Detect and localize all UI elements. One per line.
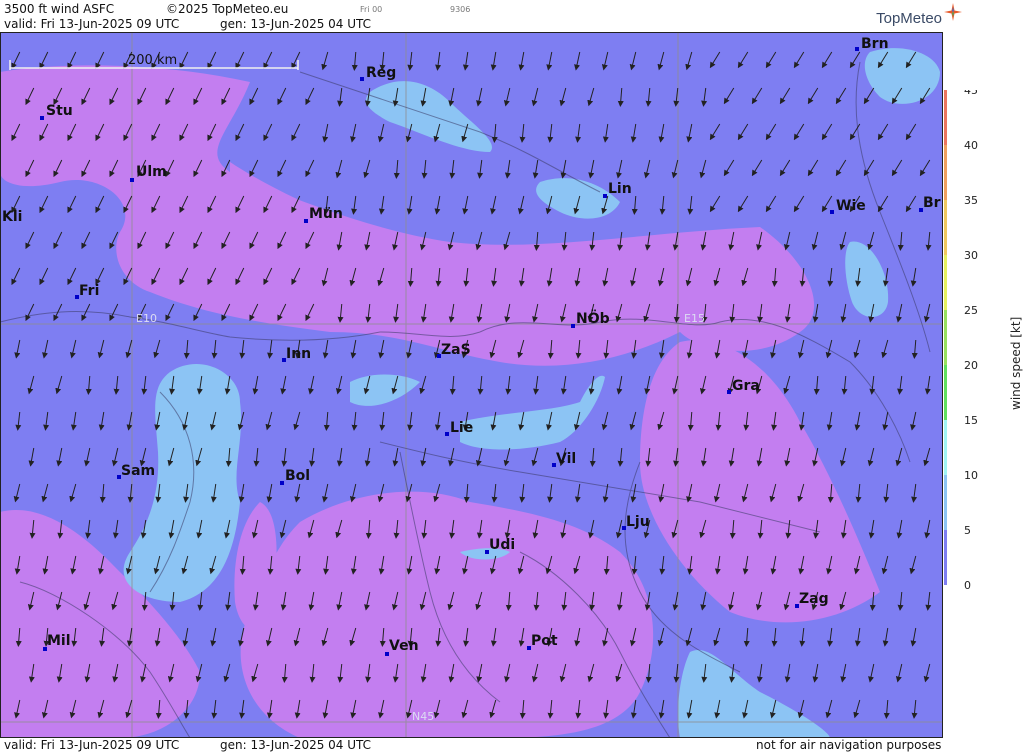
city-linz[interactable]: Lin: [603, 181, 632, 198]
city-label: Fri: [79, 283, 99, 299]
footer-generation-time: gen: 13-Jun-2025 04 UTC: [220, 738, 372, 752]
city-label: Lie: [450, 420, 473, 436]
city-label: NÖb: [576, 309, 610, 327]
legend-band: [944, 365, 947, 420]
city-villach[interactable]: Vil: [552, 451, 576, 467]
city-ulm[interactable]: Ulm: [130, 164, 167, 182]
city-regensburg[interactable]: Reg: [360, 65, 396, 81]
city-ljubljana[interactable]: Lju: [622, 514, 650, 530]
city-label: Pot: [531, 633, 558, 649]
city-label: Br: [923, 195, 941, 211]
city-label: Wie: [836, 198, 866, 214]
footer: valid: Fri 13-Jun-2025 09 UTC gen: 13-Ju…: [0, 738, 943, 753]
city-venice[interactable]: Ven: [385, 638, 419, 656]
city-label: Bol: [285, 468, 310, 484]
legend-tick-label: 10: [964, 469, 978, 482]
city-zell-am-see[interactable]: ZaS: [437, 342, 471, 358]
legend-tick-label: 40: [964, 139, 978, 152]
city-label: Ulm: [136, 164, 167, 180]
run-tag: Fri 00: [360, 5, 383, 14]
city-milan[interactable]: Mil: [43, 633, 71, 651]
legend-color-bands: [944, 90, 947, 585]
legend-tick-label: 45: [964, 90, 978, 97]
city-label: Stu: [46, 103, 73, 119]
city-noeb[interactable]: NÖb: [571, 309, 610, 328]
city-bratislava[interactable]: Br: [919, 195, 941, 212]
legend-band: [944, 255, 947, 310]
city-label: Zag: [799, 591, 829, 607]
legend-tick-label: 15: [964, 414, 978, 427]
wind-speed-legend: 45 40 35 30 25 20 15 10 5 0 wind speed [kt]: [944, 84, 1034, 592]
city-label: Brn: [861, 36, 889, 52]
legend-tick-label: 0: [964, 579, 971, 590]
legend-tick-label: 30: [964, 249, 978, 262]
product-title: 3500 ft wind ASFC: [4, 2, 115, 16]
legend-axis-label: wind speed [kt]: [1009, 317, 1023, 410]
city-label: Udi: [489, 537, 515, 553]
legend-tick-label: 35: [964, 194, 978, 207]
legend-band: [944, 200, 947, 255]
copyright: ©2025 TopMeteo.eu: [166, 2, 289, 16]
city-friedrichshafen[interactable]: Fri: [75, 283, 99, 299]
city-label: Lju: [626, 514, 650, 530]
grid-label-e10: E10: [136, 312, 157, 325]
city-udine[interactable]: Udi: [485, 537, 515, 554]
legend-band: [944, 530, 947, 585]
city-label: Kli: [2, 209, 22, 225]
wind-map[interactable]: 200 km E10 E15 N45 Stu Ulm Reg Brn Kli M…: [0, 32, 943, 738]
city-innsbruck[interactable]: Inn: [282, 346, 311, 362]
legend-band: [944, 420, 947, 475]
city-zagreb[interactable]: Zag: [795, 591, 829, 608]
city-samedan[interactable]: Sam: [117, 463, 155, 479]
city-label: Mil: [47, 633, 71, 649]
legend-tick-label: 5: [964, 524, 971, 537]
scale-bar-label: 200 km: [128, 53, 177, 68]
city-label: Sam: [121, 463, 155, 479]
city-label: Ven: [389, 638, 419, 654]
logo-text: TopMeteo: [876, 10, 942, 27]
legend-band: [944, 145, 947, 200]
city-label: Reg: [366, 65, 396, 81]
city-label: ZaS: [441, 342, 471, 358]
legend-band: [944, 310, 947, 365]
city-bolzano[interactable]: Bol: [280, 468, 310, 485]
city-portoroz[interactable]: Pot: [527, 633, 558, 650]
generation-time: gen: 13-Jun-2025 04 UTC: [220, 17, 372, 31]
legend-tick-label: 20: [964, 359, 978, 372]
city-lienz[interactable]: Lie: [445, 420, 473, 436]
city-kli[interactable]: Kli: [2, 209, 22, 225]
legend-band: [944, 475, 947, 530]
compass-star-icon: [944, 3, 962, 21]
city-vienna[interactable]: Wie: [830, 198, 866, 214]
city-label: Gra: [732, 378, 760, 394]
city-label: Lin: [608, 181, 632, 197]
city-graz[interactable]: Gra: [727, 378, 760, 394]
footer-valid-time: valid: Fri 13-Jun-2025 09 UTC: [4, 738, 180, 752]
grid-label-n45: N45: [412, 710, 434, 723]
legend-ticks: 45 40 35 30 25 20 15 10 5 0: [964, 84, 978, 592]
disclaimer: not for air navigation purposes: [756, 738, 942, 752]
city-label: Inn: [286, 346, 311, 362]
city-munich[interactable]: Mün: [304, 206, 343, 223]
topmeteo-logo: TopMeteo: [876, 3, 962, 27]
grid-label-e15: E15: [684, 312, 705, 325]
city-brno[interactable]: Brn: [855, 36, 889, 52]
city-label: Vil: [556, 451, 576, 467]
valid-time: valid: Fri 13-Jun-2025 09 UTC: [4, 17, 180, 31]
city-label: Mün: [309, 206, 343, 222]
legend-band: [944, 90, 947, 145]
run-code: 9306: [450, 5, 471, 14]
legend-tick-label: 25: [964, 304, 978, 317]
